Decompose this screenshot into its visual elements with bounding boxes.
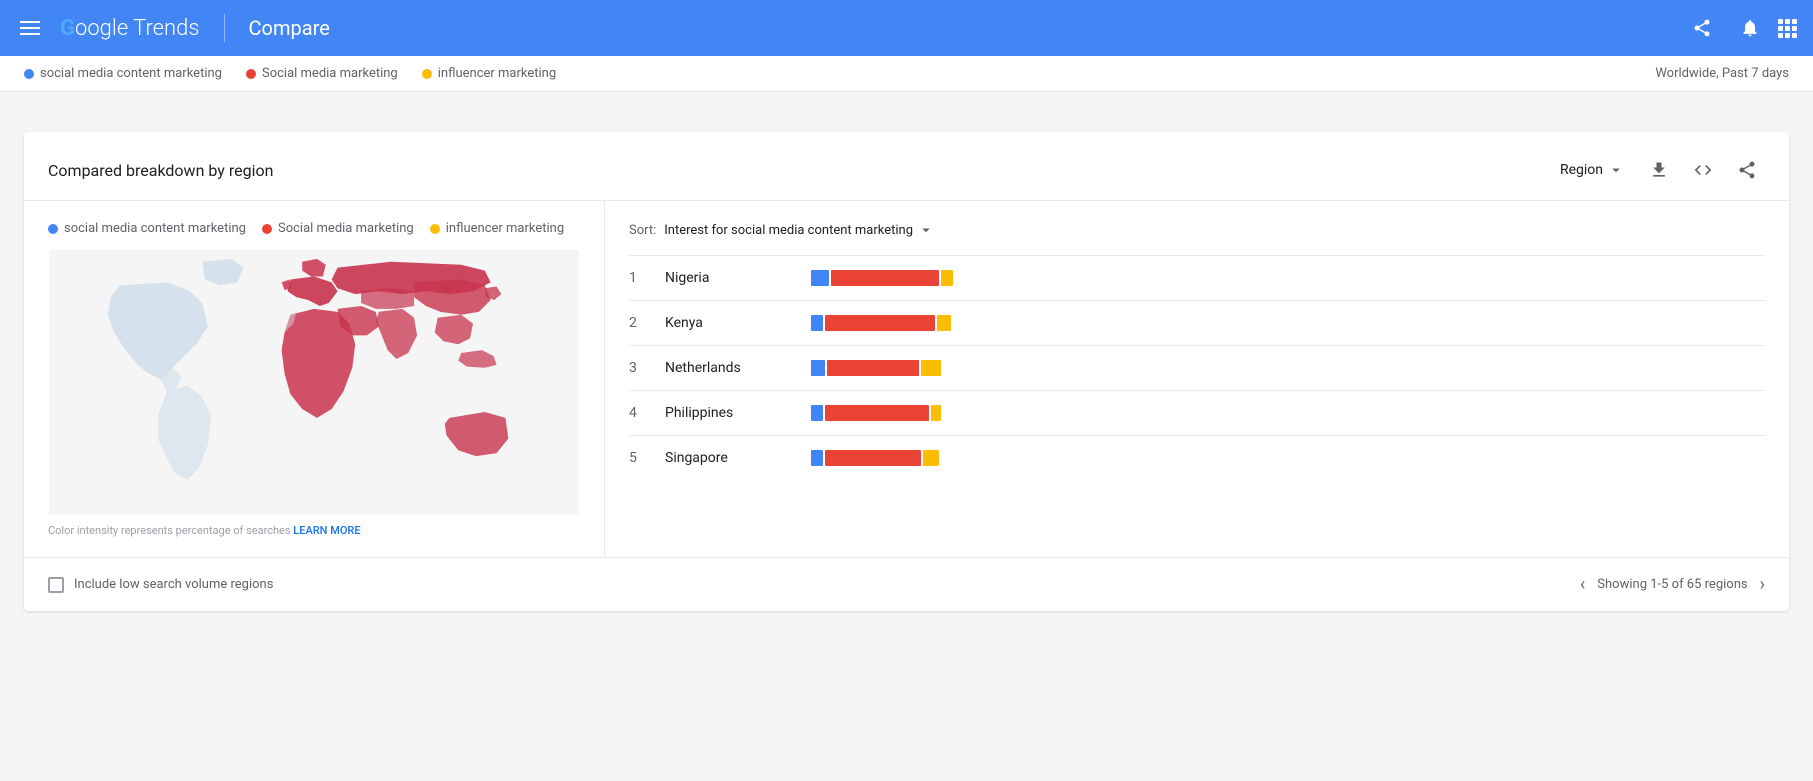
share-card-button[interactable] [1729, 152, 1765, 188]
logo-text: Google Trends [60, 16, 200, 41]
bar-segment [825, 315, 935, 331]
rank-number: 3 [629, 360, 649, 376]
rank-country-name: Netherlands [665, 360, 795, 376]
legend-label-3: influencer marketing [438, 66, 556, 81]
rank-number: 1 [629, 270, 649, 286]
next-page-button[interactable]: › [1760, 574, 1765, 595]
legend-bar: social media content marketing Social me… [0, 56, 1813, 92]
bar-segment [923, 450, 939, 466]
rank-number: 2 [629, 315, 649, 331]
showing-text: Showing 1-5 of 65 regions [1597, 577, 1747, 592]
bar-container [811, 270, 1765, 286]
table-row: 1 Nigeria [629, 255, 1765, 300]
bar-segment [937, 315, 951, 331]
header-divider [224, 14, 225, 42]
bar-segment [825, 450, 921, 466]
table-row: 2 Kenya [629, 300, 1765, 345]
grid-icon[interactable] [1778, 19, 1797, 38]
legend-label-1: social media content marketing [40, 66, 222, 81]
embed-button[interactable] [1685, 152, 1721, 188]
map-legend-label-2: Social media marketing [278, 221, 414, 236]
rank-country-name: Singapore [665, 450, 795, 466]
legend-dot-2 [246, 69, 256, 79]
map-dot-3 [430, 224, 440, 234]
low-volume-row: Include low search volume regions [48, 577, 273, 593]
legend-item-2: Social media marketing [246, 66, 398, 81]
breakdown-card: Compared breakdown by region Region [24, 132, 1789, 611]
map-note: Color intensity represents percentage of… [48, 524, 580, 537]
low-volume-label: Include low search volume regions [74, 577, 273, 592]
sort-row: Sort: Interest for social media content … [629, 213, 1765, 247]
bar-container [811, 450, 1765, 466]
table-row: 3 Netherlands [629, 345, 1765, 390]
map-dot-1 [48, 224, 58, 234]
header-actions [1682, 8, 1797, 48]
app-header: Google Trends Compare [0, 0, 1813, 56]
map-area: social media content marketing Social me… [24, 201, 604, 557]
map-legend-item-2: Social media marketing [262, 221, 414, 236]
bar-container [811, 360, 1765, 376]
bar-segment [941, 270, 953, 286]
card-footer: Include low search volume regions ‹ Show… [24, 557, 1789, 611]
legend-label-2: Social media marketing [262, 66, 398, 81]
rank-number: 5 [629, 450, 649, 466]
card-body: social media content marketing Social me… [24, 201, 1789, 557]
rankings-area: Sort: Interest for social media content … [604, 201, 1789, 557]
prev-page-button[interactable]: ‹ [1580, 574, 1585, 595]
bar-segment [921, 360, 941, 376]
bar-segment [827, 360, 919, 376]
table-row: 5 Singapore [629, 435, 1765, 480]
menu-icon[interactable] [16, 17, 44, 39]
map-legend-label-1: social media content marketing [64, 221, 246, 236]
map-legend-row: social media content marketing Social me… [48, 221, 580, 236]
rank-number: 4 [629, 405, 649, 421]
legend-dot-1 [24, 69, 34, 79]
sort-value: Interest for social media content market… [664, 223, 913, 238]
bar-segment [811, 360, 825, 376]
learn-more-link[interactable]: LEARN MORE [293, 524, 360, 537]
main-content: Compared breakdown by region Region [0, 132, 1813, 635]
bar-segment [811, 315, 823, 331]
download-button[interactable] [1641, 152, 1677, 188]
bar-segment [811, 450, 823, 466]
table-row: 4 Philippines [629, 390, 1765, 435]
card-header: Compared breakdown by region Region [24, 132, 1789, 201]
bell-button[interactable] [1730, 8, 1770, 48]
bar-container [811, 405, 1765, 421]
region-selector[interactable]: Region [1552, 155, 1633, 185]
map-legend-item-1: social media content marketing [48, 221, 246, 236]
pagination-info: ‹ Showing 1-5 of 65 regions › [1580, 574, 1765, 595]
bar-segment [931, 405, 941, 421]
sort-label: Sort: [629, 223, 656, 238]
card-actions: Region [1552, 152, 1765, 188]
bar-segment [831, 270, 939, 286]
bar-container [811, 315, 1765, 331]
map-legend-label-3: influencer marketing [446, 221, 564, 236]
rank-country-name: Nigeria [665, 270, 795, 286]
card-title: Compared breakdown by region [48, 161, 273, 180]
page-title: Compare [249, 16, 330, 40]
sort-selector[interactable]: Interest for social media content market… [664, 221, 935, 239]
low-volume-checkbox[interactable] [48, 577, 64, 593]
map-legend-item-3: influencer marketing [430, 221, 564, 236]
region-label: Region [1560, 162, 1603, 178]
top-spacer [0, 92, 1813, 132]
legend-item-1: social media content marketing [24, 66, 222, 81]
bar-segment [825, 405, 929, 421]
app-logo: Google Trends [60, 16, 200, 41]
map-dot-2 [262, 224, 272, 234]
world-map [48, 252, 580, 512]
rankings-container: 1 Nigeria 2 Kenya 3 Netherlands 4 Philippines 5S… [629, 255, 1765, 480]
legend-item-3: influencer marketing [422, 66, 556, 81]
scope-text: Worldwide, Past 7 days [1655, 66, 1789, 81]
rank-country-name: Philippines [665, 405, 795, 421]
share-button[interactable] [1682, 8, 1722, 48]
bar-segment [811, 405, 823, 421]
rank-country-name: Kenya [665, 315, 795, 331]
bar-segment [811, 270, 829, 286]
legend-dot-3 [422, 69, 432, 79]
